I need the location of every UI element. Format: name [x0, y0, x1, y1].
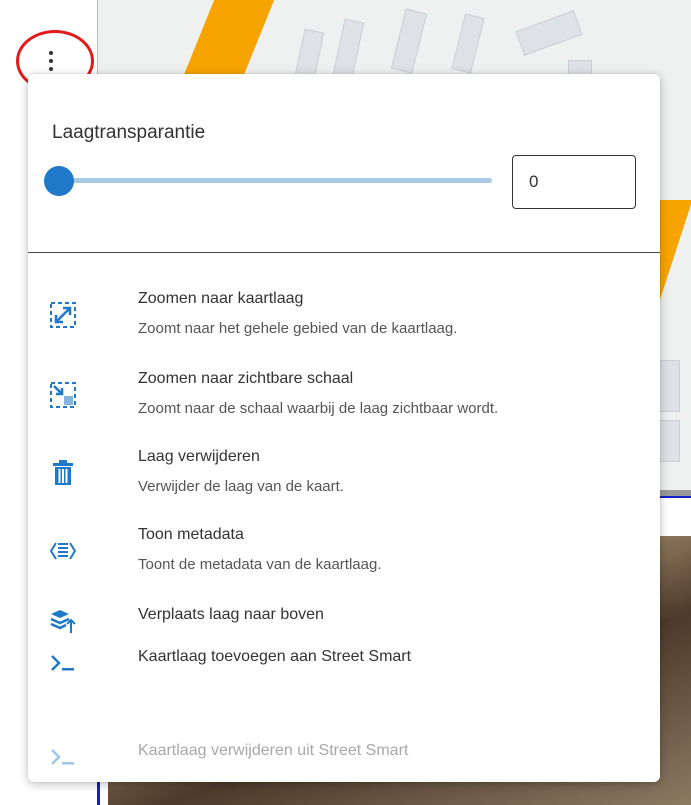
menu-item-label: Verplaats laag naar boven	[138, 606, 324, 623]
menu-item-label: Zoomen naar zichtbare schaal	[138, 370, 354, 387]
menu-item-label: Kaartlaag verwijderen uit Street Smart	[138, 742, 409, 759]
map-building	[658, 420, 680, 462]
menu-item-label: Laag verwijderen	[138, 448, 260, 465]
layer-options-menu: Laagtransparantie Zoomen naar kaartlaag …	[28, 74, 660, 782]
menu-item-label: Kaartlaag toevoegen aan Street Smart	[138, 648, 412, 665]
map-building	[515, 10, 583, 56]
menu-item-remove-layer[interactable]: Laag verwijderen Verwijder de laag van d…	[28, 448, 660, 516]
menu-item-add-to-street-smart[interactable]: Kaartlaag toevoegen aan Street Smart	[28, 638, 660, 706]
slider-thumb[interactable]	[44, 166, 74, 196]
layers-up-icon	[50, 608, 76, 634]
zoom-extent-icon	[50, 302, 76, 328]
metadata-icon	[50, 538, 76, 564]
menu-item-description: Verwijder de laag van de kaart.	[138, 478, 344, 495]
menu-item-label: Toon metadata	[138, 526, 244, 543]
transparency-input[interactable]	[512, 155, 636, 209]
menu-item-zoom-to-layer[interactable]: Zoomen naar kaartlaag Zoomt naar het geh…	[28, 290, 660, 358]
slider-track[interactable]	[58, 178, 492, 183]
terminal-icon	[50, 650, 76, 676]
map-building	[658, 360, 680, 412]
menu-item-description: Zoomt naar de schaal waarbij de laag zic…	[138, 400, 499, 417]
menu-item-label: Zoomen naar kaartlaag	[138, 290, 304, 307]
menu-separator	[28, 252, 660, 253]
menu-item-description: Toont de metadata van de kaartlaag.	[138, 556, 382, 573]
terminal-icon	[50, 744, 76, 770]
menu-item-description: Zoomt naar het gehele gebied van de kaar…	[138, 320, 458, 337]
map-building	[451, 13, 485, 74]
menu-item-remove-from-street-smart: Kaartlaag verwijderen uit Street Smart	[28, 732, 660, 800]
map-building	[390, 8, 428, 74]
menu-item-zoom-to-visible-scale[interactable]: Zoomen naar zichtbare schaal Zoomt naar …	[28, 370, 660, 438]
transparency-slider[interactable]	[44, 166, 492, 196]
zoom-scale-icon	[50, 382, 76, 408]
trash-icon	[50, 460, 76, 486]
transparency-label: Laagtransparantie	[52, 122, 206, 143]
menu-item-show-metadata[interactable]: Toon metadata Toont de metadata van de k…	[28, 526, 660, 594]
